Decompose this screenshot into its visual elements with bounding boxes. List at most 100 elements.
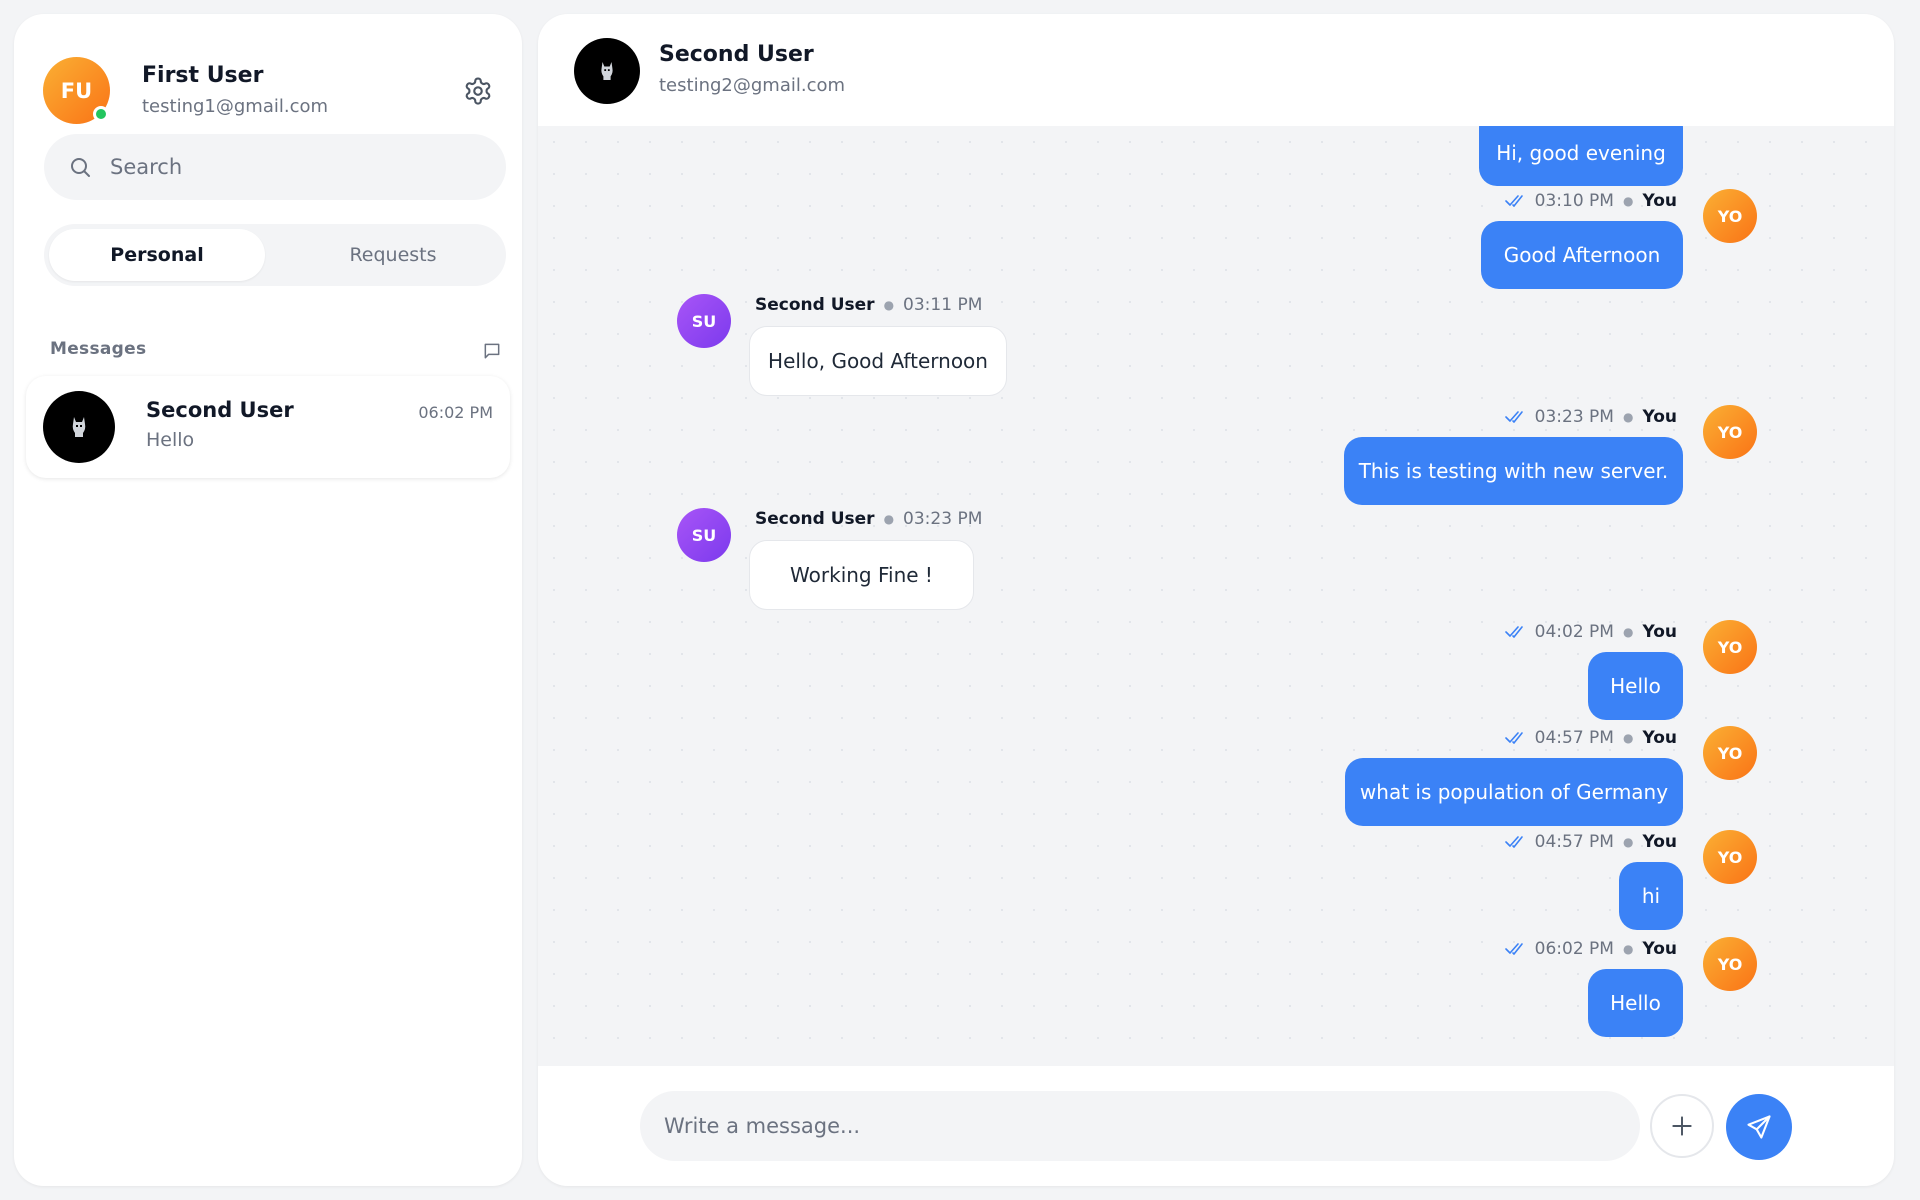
message-time: 06:02 PM [1534,939,1614,959]
read-receipt-icon [1504,411,1523,423]
message-time: 04:02 PM [1534,622,1614,642]
attach-button[interactable] [1650,1094,1714,1158]
self-initials: YO [1717,637,1743,657]
message-sender: You [1642,407,1677,427]
message-meta: 03:23 PM ● You [1504,406,1677,428]
message-meta: 04:57 PM ● You [1504,727,1677,749]
search-input[interactable] [110,134,490,200]
message-meta: 03:10 PM ● You [1504,190,1677,212]
chat-panel: Second User testing2@gmail.com Hi, good … [538,14,1894,1186]
message-time: 04:57 PM [1534,832,1614,852]
message-time: 03:11 PM [903,295,983,315]
read-receipt-icon [1504,732,1523,744]
online-status-indicator [93,106,109,122]
message-bubble: Hello, Good Afternoon [749,326,1007,396]
gear-icon [465,77,491,105]
messages-section-label: Messages [50,339,147,359]
contact-message-avatar: SU [677,508,731,562]
tab-personal[interactable]: Personal [49,229,265,281]
message-bubble: Hello [1588,652,1683,720]
current-user-initials: FU [60,78,93,103]
contact-name: Second User [659,42,814,67]
separator-dot: ● [1622,731,1634,745]
search-bar [44,134,506,200]
read-receipt-icon [1504,836,1523,848]
conversation-item[interactable]: Second User 06:02 PM Hello [26,376,510,478]
conversation-avatar [43,391,115,463]
message-outgoing: 04:57 PM ● You what is population of Ger… [538,727,1683,827]
message-outgoing: Hi, good evening [538,126,1683,186]
message-meta: Second User ● 03:23 PM [755,508,982,530]
separator-dot: ● [1622,410,1634,424]
message-sender: You [1642,622,1677,642]
message-bubble: Hi, good evening [1479,126,1683,186]
send-icon [1747,1115,1771,1139]
self-initials: YO [1717,743,1743,763]
tab-requests[interactable]: Requests [285,229,501,281]
message-thread[interactable]: Hi, good evening 03:10 PM ● You Good Aft… [538,126,1894,1080]
message-bubble: Hello [1588,969,1683,1037]
self-initials: YO [1717,847,1743,867]
message-outgoing: 06:02 PM ● You Hello [538,938,1683,1038]
read-receipt-icon [1504,943,1523,955]
message-sender: You [1642,832,1677,852]
chat-app: FU First User testing1@gmail.com Persona… [0,0,1920,1200]
message-outgoing: 03:10 PM ● You Good Afternoon [538,190,1683,290]
read-receipt-icon [1504,195,1523,207]
self-initials: YO [1717,954,1743,974]
separator-dot: ● [1622,194,1634,208]
self-message-avatar: YO [1703,189,1757,243]
new-message-icon[interactable] [482,341,502,361]
read-receipt-icon [1504,626,1523,638]
current-user-profile: FU First User testing1@gmail.com [43,44,503,124]
chat-header: Second User testing2@gmail.com [538,14,1894,126]
contact-avatar-icon [72,417,86,437]
conversation-name: Second User [146,398,294,422]
self-message-avatar: YO [1703,830,1757,884]
conversation-preview: Hello [146,429,195,451]
message-time: 03:23 PM [903,509,983,529]
message-bubble: Working Fine ! [749,540,974,610]
separator-dot: ● [1622,625,1634,639]
message-sender: You [1642,728,1677,748]
self-message-avatar: YO [1703,937,1757,991]
message-bubble: hi [1619,862,1683,930]
contact-avatar-icon [601,62,613,80]
message-incoming: Second User ● 03:11 PM Hello, Good After… [749,294,1149,404]
send-button[interactable] [1726,1094,1792,1160]
self-message-avatar: YO [1703,405,1757,459]
separator-dot: ● [1622,835,1634,849]
message-meta: Second User ● 03:11 PM [755,294,982,316]
plus-icon [1672,1116,1692,1136]
message-composer [538,1066,1894,1186]
self-message-avatar: YO [1703,620,1757,674]
message-time: 03:10 PM [1534,191,1614,211]
separator-dot: ● [1622,942,1634,956]
contact-initials: SU [691,311,717,331]
message-incoming: Second User ● 03:23 PM Working Fine ! [749,508,1149,618]
contact-initials: SU [691,525,717,545]
message-outgoing: 03:23 PM ● You This is testing with new … [538,406,1683,506]
message-meta: 04:02 PM ● You [1504,621,1677,643]
self-initials: YO [1717,422,1743,442]
contact-email: testing2@gmail.com [659,75,846,96]
current-user-email: testing1@gmail.com [142,96,329,117]
self-message-avatar: YO [1703,726,1757,780]
message-sender: Second User [755,509,875,529]
messages-section-header: Messages [50,339,502,363]
message-bubble: This is testing with new server. [1344,437,1683,505]
message-meta: 06:02 PM ● You [1504,938,1677,960]
sidebar: FU First User testing1@gmail.com Persona… [14,14,522,1186]
separator-dot: ● [883,298,895,312]
conversation-tabs: Personal Requests [44,224,506,286]
settings-button[interactable] [463,76,493,106]
current-user-name: First User [142,63,264,88]
contact-message-avatar: SU [677,294,731,348]
message-sender: Second User [755,295,875,315]
message-sender: You [1642,939,1677,959]
message-input[interactable] [640,1091,1640,1161]
separator-dot: ● [883,512,895,526]
contact-avatar[interactable] [574,38,640,104]
message-bubble: what is population of Germany [1345,758,1683,826]
message-meta: 04:57 PM ● You [1504,831,1677,853]
